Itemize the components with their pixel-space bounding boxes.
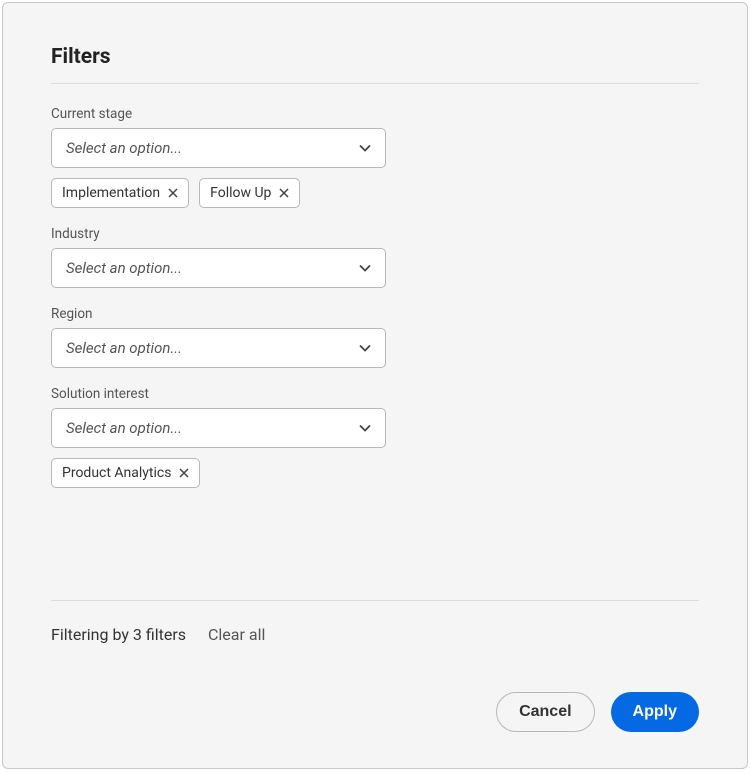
- footer-info: Filtering by 3 filters Clear all: [51, 601, 699, 692]
- apply-button[interactable]: Apply: [611, 692, 699, 732]
- filter-count-text: Filtering by 3 filters: [51, 625, 186, 644]
- dialog-actions: Cancel Apply: [51, 692, 699, 732]
- close-icon[interactable]: [179, 468, 189, 478]
- filter-group-current-stage: Current stage Select an option... Implem…: [51, 106, 699, 208]
- filters-dialog: Filters Current stage Select an option..…: [2, 2, 748, 769]
- filter-group-solution-interest: Solution interest Select an option... Pr…: [51, 386, 699, 488]
- solution-interest-chips: Product Analytics: [51, 458, 699, 488]
- chip-follow-up[interactable]: Follow Up: [199, 178, 300, 208]
- dialog-title: Filters: [51, 45, 699, 69]
- cancel-button[interactable]: Cancel: [496, 692, 594, 732]
- chip-label: Product Analytics: [62, 465, 171, 481]
- industry-select[interactable]: Select an option...: [51, 248, 386, 288]
- chevron-down-icon: [359, 422, 371, 434]
- close-icon[interactable]: [168, 188, 178, 198]
- chip-label: Implementation: [62, 185, 160, 201]
- chip-product-analytics[interactable]: Product Analytics: [51, 458, 200, 488]
- chevron-down-icon: [359, 342, 371, 354]
- region-select[interactable]: Select an option...: [51, 328, 386, 368]
- select-placeholder: Select an option...: [66, 339, 182, 357]
- clear-all-link[interactable]: Clear all: [208, 625, 265, 644]
- chevron-down-icon: [359, 142, 371, 154]
- current-stage-label: Current stage: [51, 106, 699, 122]
- chip-implementation[interactable]: Implementation: [51, 178, 189, 208]
- filter-group-region: Region Select an option...: [51, 306, 699, 368]
- select-placeholder: Select an option...: [66, 259, 182, 277]
- filter-group-industry: Industry Select an option...: [51, 226, 699, 288]
- region-label: Region: [51, 306, 699, 322]
- industry-label: Industry: [51, 226, 699, 242]
- chip-label: Follow Up: [210, 185, 271, 201]
- solution-interest-select[interactable]: Select an option...: [51, 408, 386, 448]
- current-stage-select[interactable]: Select an option...: [51, 128, 386, 168]
- select-placeholder: Select an option...: [66, 139, 182, 157]
- select-placeholder: Select an option...: [66, 419, 182, 437]
- close-icon[interactable]: [279, 188, 289, 198]
- chevron-down-icon: [359, 262, 371, 274]
- current-stage-chips: Implementation Follow Up: [51, 178, 699, 208]
- filters-body: Current stage Select an option... Implem…: [51, 84, 699, 600]
- solution-interest-label: Solution interest: [51, 386, 699, 402]
